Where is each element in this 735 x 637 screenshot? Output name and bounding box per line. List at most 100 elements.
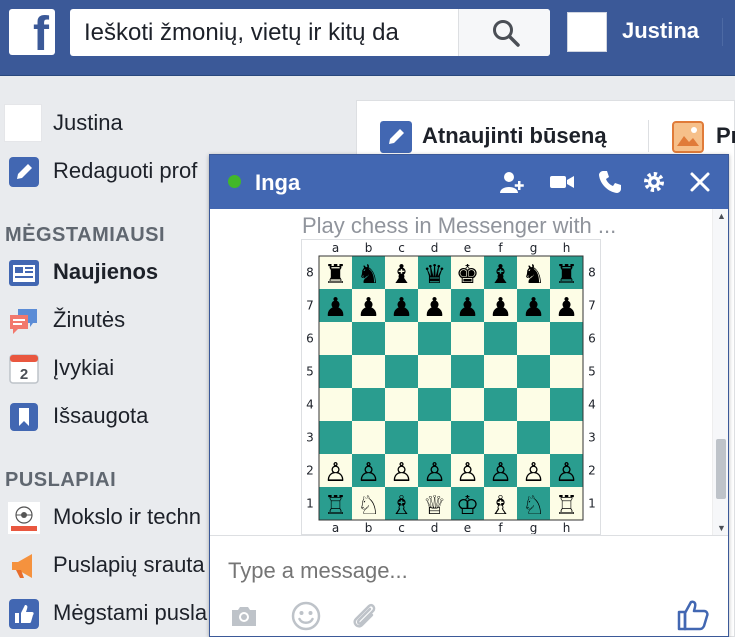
chess-piece: ♙ [489,458,512,488]
board-square [319,355,352,388]
scroll-thumb[interactable] [716,439,726,499]
composer-divider [648,120,649,152]
pencil-icon [9,157,39,187]
chess-piece: ♟ [390,293,413,323]
board-square [484,355,517,388]
board-rank-label: 6 [588,332,596,346]
board-square [517,355,550,388]
board-file-label: g [530,241,538,255]
avatar [4,104,42,142]
chess-piece: ♜ [324,260,347,290]
board-square [451,388,484,421]
chess-piece: ♟ [357,293,380,323]
message-input[interactable] [228,558,648,584]
board-rank-label: 5 [588,365,596,379]
scroll-up-arrow[interactable]: ▲ [717,211,726,221]
board-file-label: d [431,521,439,534]
emoji-icon[interactable] [290,600,322,632]
sidebar-item-edit-profile[interactable]: Redaguoti prof [0,152,230,192]
chat-header[interactable]: Inga [210,155,728,209]
chess-piece: ♟ [423,293,446,323]
board-square [451,355,484,388]
chess-piece: ♙ [390,458,413,488]
chat-message-text[interactable]: Play chess in Messenger with ... [302,213,652,239]
pages-section-title: PUSLAPIAI [5,469,117,491]
board-square [319,322,352,355]
search-icon [493,20,520,47]
top-navigation-bar: f Ieškoti žmonių, vietų ir kitų da Justi… [0,0,735,76]
sidebar-item-saved[interactable]: Išsaugota [0,397,230,437]
chess-piece: ♘ [357,491,380,521]
sidebar-item-page-3[interactable]: Mėgstami pusla [0,594,230,634]
favorites-section-title: MĖGSTAMIAUSI [5,224,166,246]
calendar-icon: 2 [9,354,39,384]
phone-call-icon[interactable] [596,168,624,196]
board-file-label: a [332,521,339,534]
chess-board[interactable]: a a b b c c d d e e f f g g h h 8 8 7 7 6 6 5 5 4 4 3 3 2 2 1 1 ♜ ♞ ♝ ♛ ♚ ♝ ♞ ♜… [302,240,600,535]
update-status-label: Atnaujinti būseną [422,123,607,148]
board-square [517,388,550,421]
calendar-day-number: 2 [20,366,28,383]
scroll-down-arrow[interactable]: ▼ [717,523,726,533]
board-rank-label: 3 [306,431,314,445]
sidebar-item-page-2[interactable]: Puslapių srauta [0,546,230,586]
search-box[interactable]: Ieškoti žmonių, vietų ir kitų da [70,9,550,56]
board-rank-label: 6 [306,332,314,346]
chat-messages-area[interactable]: Play chess in Messenger with ... a a b b c c d… [210,209,728,535]
settings-gear-icon[interactable] [640,168,668,196]
board-rank-label: 1 [588,497,596,511]
chess-piece: ♝ [390,260,413,290]
search-button[interactable] [458,9,550,56]
like-thumbs-up-icon[interactable] [676,598,710,632]
board-rank-label: 7 [306,299,314,313]
chess-piece: ♞ [522,260,545,290]
close-icon[interactable] [686,168,714,196]
chess-piece: ♜ [555,260,578,290]
sidebar-item-news-feed[interactable]: Naujienos [0,253,230,293]
sidebar-item-label: Justina [53,110,123,135]
chess-piece: ♔ [456,491,479,521]
search-input[interactable]: Ieškoti žmonių, vietų ir kitų da [84,19,460,47]
chess-piece: ♙ [324,458,347,488]
board-file-label: d [431,241,439,255]
sidebar-item-label: Redaguoti prof [53,158,198,183]
sidebar-item-profile[interactable]: Justina [0,104,230,144]
chess-piece: ♗ [489,491,512,521]
board-rank-label: 2 [588,464,596,478]
photo-tab-label: Pr [716,123,735,148]
chat-scrollbar[interactable]: ▲ ▼ [712,209,728,535]
chess-piece: ♙ [423,458,446,488]
board-rank-label: 4 [306,398,314,412]
board-file-label: b [365,241,373,255]
chess-board-card[interactable]: a a b b c c d d e e f f g g h h 8 8 7 7 6 6 5 5 4 4 3 3 2 2 1 1 ♜ ♞ ♝ ♛ ♚ ♝ ♞ ♜… [301,239,601,535]
board-file-label: e [464,241,471,255]
chess-piece: ♖ [324,491,347,521]
board-square [550,322,583,355]
chess-piece: ♙ [456,458,479,488]
board-file-label: e [464,521,471,534]
sidebar-item-label: Žinutės [53,307,126,332]
board-square [451,421,484,454]
online-status-dot [228,175,241,188]
video-call-icon[interactable] [548,168,576,196]
top-avatar[interactable] [567,12,607,52]
board-square [319,388,352,421]
chess-piece: ♟ [324,293,347,323]
chess-piece: ♙ [522,458,545,488]
chess-piece: ♟ [522,293,545,323]
board-file-label: f [498,241,503,255]
top-profile-link[interactable]: Justina [622,18,699,44]
bookmark-icon [10,403,38,431]
board-file-label: c [398,241,405,255]
attachment-icon[interactable] [348,600,380,632]
sidebar-item-messages[interactable]: Žinutės [0,301,230,341]
camera-icon[interactable] [228,600,260,632]
chess-piece: ♟ [555,293,578,323]
add-friend-icon[interactable] [498,168,526,196]
chat-contact-name[interactable]: Inga [255,170,300,196]
sidebar-item-label: Išsaugota [53,403,149,428]
sidebar-item-events[interactable]: 2 Įvykiai [0,349,230,389]
sidebar-item-label: Įvykiai [53,355,115,380]
facebook-logo[interactable]: f [9,9,55,59]
sidebar-item-page-1[interactable]: Mokslo ir techn [0,498,230,538]
